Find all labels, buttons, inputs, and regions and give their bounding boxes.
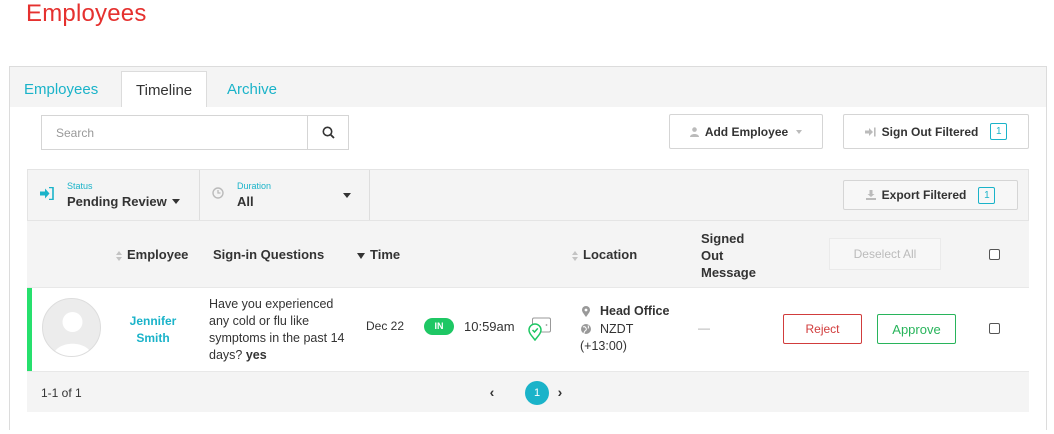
globe-icon bbox=[581, 324, 591, 334]
question-answer: yes bbox=[245, 348, 267, 362]
sign-out-filtered-label: Sign Out Filtered bbox=[881, 124, 979, 139]
column-header-location[interactable]: Location bbox=[572, 247, 637, 262]
search-icon bbox=[322, 126, 335, 139]
next-page-button[interactable]: › bbox=[549, 381, 571, 403]
add-employee-button[interactable]: Add Employee bbox=[669, 114, 823, 149]
location-name: Head Office bbox=[600, 304, 670, 318]
sort-descending-icon bbox=[357, 252, 365, 259]
status-indicator-bar bbox=[27, 288, 32, 371]
avatar bbox=[42, 298, 101, 357]
sign-out-count-badge: 1 bbox=[990, 123, 1008, 140]
table-row: Jennifer Smith Have you experienced any … bbox=[27, 287, 1029, 371]
pagination-info: 1-1 of 1 bbox=[41, 386, 82, 400]
export-count-badge: 1 bbox=[978, 186, 996, 204]
duration-filter-label: Duration bbox=[237, 181, 272, 191]
sort-icon bbox=[572, 250, 578, 261]
default-avatar-icon bbox=[53, 312, 92, 356]
clock-icon bbox=[212, 187, 224, 199]
page-title: Employees bbox=[26, 0, 147, 27]
status-filter-value: Pending Review bbox=[67, 194, 167, 209]
export-filtered-label: Export Filtered bbox=[881, 188, 967, 202]
location-timezone: NZDT bbox=[600, 322, 634, 336]
search-input[interactable] bbox=[42, 116, 307, 149]
direction-badge: IN bbox=[424, 318, 454, 335]
reject-button[interactable]: Reject bbox=[783, 314, 862, 344]
chevron-down-icon bbox=[172, 199, 180, 204]
employees-panel: Employees Timeline Archive Add Employee … bbox=[9, 66, 1047, 430]
add-employee-label: Add Employee bbox=[704, 124, 789, 139]
deselect-all-button[interactable]: Deselect All bbox=[829, 238, 941, 270]
sort-icon bbox=[116, 250, 122, 261]
duration-filter-value: All bbox=[237, 194, 254, 209]
tab-archive[interactable]: Archive bbox=[213, 71, 291, 108]
download-icon bbox=[865, 190, 876, 200]
chevron-down-icon bbox=[796, 129, 803, 134]
table-footer: 1-1 of 1 ‹ 1 › bbox=[27, 371, 1029, 412]
tab-bar: Employees Timeline Archive bbox=[10, 67, 1046, 108]
signed-out-message: — bbox=[698, 321, 710, 335]
sign-in-time: 10:59am bbox=[464, 319, 515, 334]
sign-out-icon bbox=[864, 127, 876, 136]
sign-in-question: Have you experienced any cold or flu lik… bbox=[209, 297, 345, 362]
user-icon bbox=[689, 126, 699, 137]
approve-button[interactable]: Approve bbox=[877, 314, 956, 344]
export-filtered-button[interactable]: Export Filtered 1 bbox=[843, 180, 1018, 210]
column-header-signed-out-message: Signed Out Message bbox=[701, 231, 756, 280]
column-header-employee[interactable]: Employee bbox=[116, 247, 188, 262]
tab-timeline[interactable]: Timeline bbox=[121, 71, 208, 108]
column-header-time[interactable]: Time bbox=[357, 247, 400, 262]
page-number-button[interactable]: 1 bbox=[525, 381, 549, 405]
search-box bbox=[41, 115, 349, 150]
row-select-checkbox[interactable] bbox=[989, 323, 1000, 334]
chevron-down-icon bbox=[343, 193, 351, 198]
location-utc-offset: (+13:00) bbox=[580, 339, 627, 353]
previous-page-button[interactable]: ‹ bbox=[481, 381, 503, 403]
filter-bar: Status Pending Review Duration All Expor… bbox=[27, 169, 1029, 221]
employee-name-link[interactable]: Jennifer Smith bbox=[123, 313, 183, 347]
table-header: Employee Sign-in Questions Time Location… bbox=[27, 221, 1029, 287]
status-filter[interactable]: Status Pending Review bbox=[28, 170, 200, 220]
tab-employees[interactable]: Employees bbox=[10, 71, 112, 108]
map-marker-icon bbox=[582, 306, 590, 317]
sign-out-filtered-button[interactable]: Sign Out Filtered 1 bbox=[843, 114, 1029, 149]
select-all-checkbox[interactable] bbox=[989, 249, 1000, 260]
duration-filter[interactable]: Duration All bbox=[200, 170, 370, 220]
sign-in-date: Dec 22 bbox=[366, 319, 405, 333]
column-header-sign-in-questions: Sign-in Questions bbox=[213, 247, 325, 262]
status-filter-label: Status bbox=[67, 181, 93, 191]
timeline-content: Add Employee Sign Out Filtered 1 Status … bbox=[10, 107, 1046, 430]
sign-in-icon bbox=[40, 187, 54, 200]
search-button[interactable] bbox=[307, 116, 348, 149]
location-check-icon[interactable] bbox=[528, 317, 552, 341]
